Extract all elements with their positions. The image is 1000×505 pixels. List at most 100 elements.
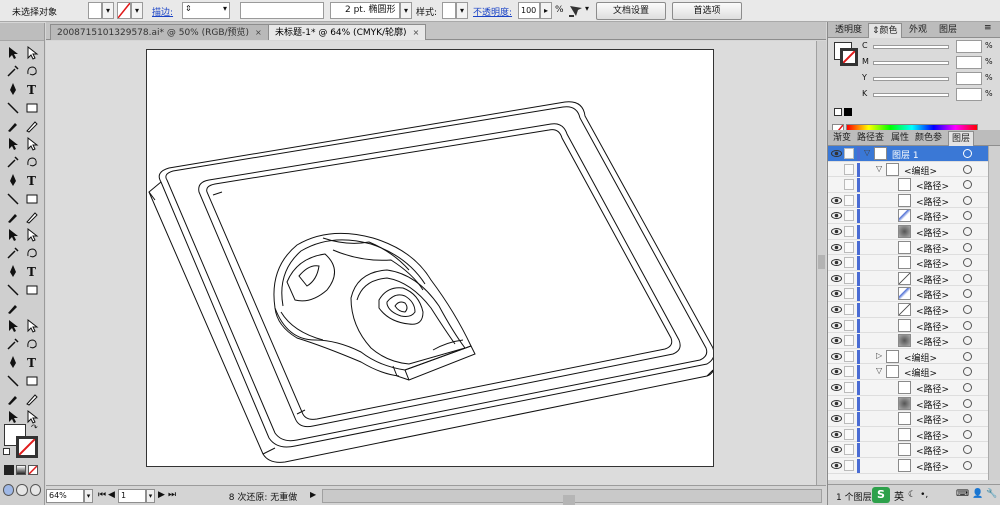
graphic-style-swatch[interactable] xyxy=(442,2,456,19)
default-colors-icon[interactable] xyxy=(3,448,10,455)
magenta-slider[interactable]: M % xyxy=(828,56,1000,70)
tab-color-guide[interactable]: 颜色参 xyxy=(912,131,945,146)
lock-toggle[interactable] xyxy=(844,288,854,300)
rotate-tool-icon[interactable] xyxy=(4,154,22,170)
live-paint-selection-tool-icon[interactable] xyxy=(23,373,41,389)
lock-toggle[interactable] xyxy=(844,335,854,347)
layer-name[interactable]: <路径> xyxy=(916,320,949,333)
symbol-sprayer-tool-icon[interactable] xyxy=(4,245,22,261)
preferences-button[interactable]: 首选项 xyxy=(672,2,742,20)
layer-name[interactable]: <编组> xyxy=(904,164,937,177)
target-icon[interactable] xyxy=(963,258,972,268)
eye-icon[interactable] xyxy=(831,366,842,377)
sublayer-row[interactable]: <路径> xyxy=(828,177,1000,193)
layer-name[interactable]: <路径> xyxy=(916,304,949,317)
close-icon[interactable]: × xyxy=(413,28,420,37)
status-menu-icon[interactable]: ▶ xyxy=(310,490,316,499)
crystallize-tool-icon[interactable]: T xyxy=(23,354,41,370)
sublayer-row[interactable]: <路径> xyxy=(828,302,1000,318)
layer-name[interactable]: <路径> xyxy=(916,226,949,239)
target-icon[interactable] xyxy=(963,320,972,330)
first-artboard-icon[interactable]: ⏮ xyxy=(98,490,106,500)
zoom-field[interactable]: 64% xyxy=(46,489,84,503)
lock-toggle[interactable] xyxy=(844,257,854,269)
eye-icon[interactable] xyxy=(831,148,842,159)
tab-transparency[interactable]: 透明度 xyxy=(832,23,865,38)
eye-icon[interactable] xyxy=(831,195,842,206)
layer-name[interactable]: <路径> xyxy=(916,398,949,411)
tab-document-1[interactable]: 200871510132957​8.ai* @ 50% (RGB/预览) × xyxy=(50,24,269,40)
ime-language[interactable]: 英 xyxy=(894,488,904,503)
layer-name[interactable]: <路径> xyxy=(916,460,949,473)
target-icon[interactable] xyxy=(963,242,972,252)
eye-icon[interactable] xyxy=(831,398,842,409)
layer-name[interactable]: <编组> xyxy=(904,366,937,379)
layer-name[interactable]: <路径> xyxy=(916,242,949,255)
lock-toggle[interactable] xyxy=(844,460,854,471)
expand-down-icon[interactable]: ▽ xyxy=(876,366,882,375)
eraser-tool-icon[interactable] xyxy=(23,136,41,152)
black-slider[interactable]: K % xyxy=(828,88,1000,102)
color-mode-icon[interactable] xyxy=(4,465,14,475)
target-icon[interactable] xyxy=(963,195,972,205)
lock-toggle[interactable] xyxy=(844,350,854,362)
black-swatch[interactable] xyxy=(844,108,852,116)
layer-name[interactable]: 图层 1 xyxy=(892,148,919,161)
lock-toggle[interactable] xyxy=(844,272,854,284)
slider-track[interactable] xyxy=(873,93,949,97)
stroke-link[interactable]: 描边: xyxy=(152,5,173,18)
lock-toggle[interactable] xyxy=(844,444,854,456)
eye-icon[interactable] xyxy=(831,460,842,471)
sublayer-row[interactable]: ▽ <编组> xyxy=(828,162,1000,178)
free-transform-tool-icon[interactable]: T xyxy=(23,172,41,188)
document-setup-button[interactable]: 文档设置 xyxy=(596,2,666,20)
draw-inside-icon[interactable] xyxy=(29,484,41,496)
blob-brush-tool-icon[interactable] xyxy=(4,136,22,152)
none-mode-icon[interactable] xyxy=(28,465,38,475)
settings-icon[interactable]: 🔧 xyxy=(986,489,997,499)
stroke-color-swatch[interactable] xyxy=(16,436,38,458)
lock-toggle[interactable] xyxy=(844,194,854,206)
target-icon[interactable] xyxy=(963,383,972,392)
align-dropdown-icon[interactable]: ▾ xyxy=(585,4,589,13)
slice-tool-icon[interactable]: T xyxy=(23,263,41,279)
sublayer-row[interactable]: <路径> xyxy=(828,411,1000,427)
tools-panel-grip[interactable] xyxy=(0,23,44,41)
sublayer-row[interactable]: <路径> xyxy=(828,333,1000,349)
chevron-down-icon[interactable]: ▾ xyxy=(223,4,227,13)
target-icon[interactable] xyxy=(963,429,972,439)
target-icon[interactable] xyxy=(963,180,972,190)
lock-toggle[interactable] xyxy=(844,304,854,315)
layer-name[interactable]: <路径> xyxy=(916,413,949,426)
cyan-slider[interactable]: C % xyxy=(828,40,1000,54)
user-icon[interactable]: 👤 xyxy=(972,489,983,499)
sublayer-row[interactable]: <路径> xyxy=(828,224,1000,240)
eye-icon[interactable] xyxy=(831,335,842,346)
expand-down-icon[interactable]: ▽ xyxy=(864,148,870,157)
column-graph-tool-icon[interactable] xyxy=(23,245,41,261)
artboard-tool-icon[interactable] xyxy=(4,263,22,279)
artboard[interactable] xyxy=(146,49,714,467)
tab-appearance[interactable]: 外观 xyxy=(906,23,930,38)
close-icon[interactable]: × xyxy=(255,28,262,37)
eye-icon[interactable] xyxy=(831,444,842,455)
brush-definition[interactable]: 2 pt. 椭圆形 xyxy=(330,2,400,19)
layer-name[interactable]: <路径> xyxy=(916,429,949,442)
eye-icon[interactable] xyxy=(831,413,842,424)
lock-toggle[interactable] xyxy=(844,148,854,159)
line-tool-icon[interactable] xyxy=(4,100,22,116)
lock-toggle[interactable] xyxy=(844,241,854,253)
type-tool-icon[interactable]: T xyxy=(23,81,41,97)
keyboard-icon[interactable]: ⌨ xyxy=(956,489,969,499)
variable-width-profile[interactable] xyxy=(240,2,324,19)
lock-toggle[interactable] xyxy=(844,397,854,409)
opacity-dropdown[interactable]: ▸ xyxy=(540,2,552,19)
width-tool-icon[interactable] xyxy=(4,172,22,188)
target-icon[interactable] xyxy=(963,289,972,299)
channel-input[interactable] xyxy=(956,40,982,53)
twirl-tool-icon[interactable] xyxy=(23,318,41,334)
artboard-dropdown[interactable]: ▾ xyxy=(146,489,155,503)
panel-menu-icon[interactable]: ≡ xyxy=(984,23,992,33)
target-icon[interactable] xyxy=(963,305,972,314)
horizontal-scrollbar[interactable] xyxy=(322,489,822,505)
